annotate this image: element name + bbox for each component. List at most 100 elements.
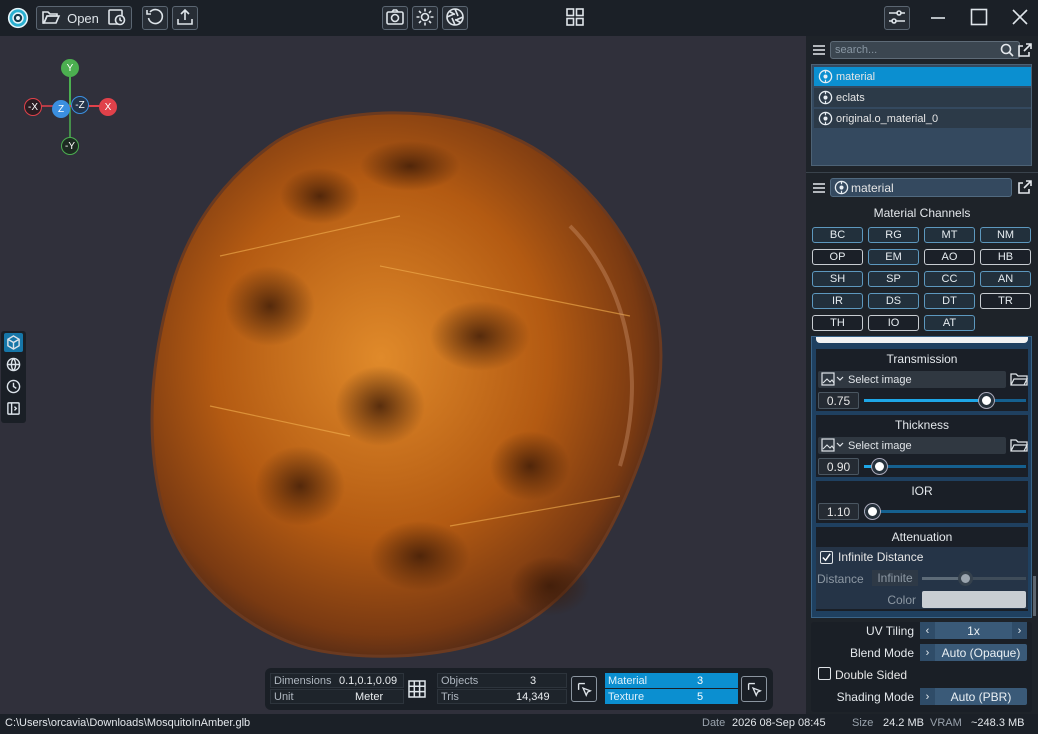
app-logo-icon[interactable] <box>5 6 31 30</box>
minimize-button[interactable] <box>926 6 950 30</box>
globe-icon[interactable] <box>4 355 23 374</box>
slider-knob[interactable] <box>865 504 880 519</box>
dimensions-label: Dimensions <box>274 674 332 687</box>
vram-value: ~248.3 MB <box>971 717 1025 729</box>
distance-slider <box>922 571 1026 586</box>
divider <box>806 172 1038 173</box>
grid-toggle-button[interactable] <box>405 674 429 704</box>
camera-icon <box>385 7 405 30</box>
popout-icon[interactable] <box>1018 180 1032 197</box>
light-icon <box>415 7 435 30</box>
channel-mt-button[interactable]: MT <box>924 227 975 243</box>
material-menu-icon[interactable] <box>812 181 826 198</box>
folder-icon[interactable] <box>1010 437 1028 453</box>
folder-icon[interactable] <box>1010 371 1028 387</box>
lighting-button[interactable] <box>412 6 438 30</box>
objects-row: Objects 3 <box>437 673 567 688</box>
scene-stats: Dimensions 0.1,0.1,0.09 Unit Meter Objec… <box>265 668 773 710</box>
channel-em-button[interactable]: EM <box>868 249 919 265</box>
channel-io-button[interactable]: IO <box>868 315 919 331</box>
node-icon <box>818 111 833 126</box>
cube-view-icon[interactable] <box>4 333 23 352</box>
channel-at-button[interactable]: AT <box>924 315 975 331</box>
channel-hb-button[interactable]: HB <box>980 249 1031 265</box>
popout-icon[interactable] <box>1018 43 1032 60</box>
axis-y-positive[interactable]: Y <box>61 59 79 77</box>
infinite-distance-label: Infinite Distance <box>838 550 924 564</box>
axis-z-positive[interactable]: Z <box>52 100 70 118</box>
scene-item-eclats[interactable]: eclats <box>814 88 1031 107</box>
texture-label: Texture <box>608 690 645 703</box>
ior-section: IOR 1.10 <box>816 481 1028 523</box>
axis-x-negative[interactable]: -X <box>24 98 42 116</box>
channel-cc-button[interactable]: CC <box>924 271 975 287</box>
color-label: Color <box>887 593 916 607</box>
uv-tiling-stepper[interactable]: ‹ 1x › <box>920 622 1027 639</box>
slider-knob[interactable] <box>979 393 994 408</box>
chevron-right-icon[interactable]: › <box>1012 622 1027 639</box>
blend-mode-select[interactable]: › Auto (Opaque) <box>920 644 1027 661</box>
scene-search-input[interactable]: search... <box>830 41 1020 59</box>
close-window-button[interactable] <box>1008 6 1032 30</box>
undo-button[interactable] <box>142 6 168 30</box>
channel-an-button[interactable]: AN <box>980 271 1031 287</box>
export-button[interactable] <box>172 6 198 30</box>
panel-icon[interactable] <box>4 399 23 418</box>
dimensions-row: Dimensions 0.1,0.1,0.09 <box>270 673 404 688</box>
attenuation-section: Attenuation Infinite Distance Distance I… <box>816 527 1028 611</box>
camera-settings-button[interactable] <box>442 6 468 30</box>
3d-viewport[interactable]: Y -Y X -X -Z Z <box>0 36 806 714</box>
double-sided-checkbox[interactable] <box>818 667 831 680</box>
transmission-image-select[interactable]: Select image <box>818 371 1006 388</box>
transmission-value[interactable]: 0.75 <box>818 392 859 409</box>
layout-button[interactable] <box>562 6 588 30</box>
select-materials-button[interactable] <box>741 676 767 702</box>
channel-sh-button[interactable]: SH <box>812 271 863 287</box>
scene-item-label: original.o_material_0 <box>836 112 939 125</box>
shading-mode-select[interactable]: › Auto (PBR) <box>920 688 1027 705</box>
chevron-left-icon[interactable]: ‹ <box>920 622 935 639</box>
ior-value[interactable]: 1.10 <box>818 503 859 520</box>
scene-item-material[interactable]: material <box>814 67 1031 86</box>
channel-sp-button[interactable]: SP <box>868 271 919 287</box>
channel-nm-button[interactable]: NM <box>980 227 1031 243</box>
transmission-slider[interactable] <box>864 393 1026 408</box>
screenshot-button[interactable] <box>382 6 408 30</box>
close-icon <box>1010 7 1030 30</box>
chevron-right-icon: › <box>920 688 935 705</box>
properties-scrollbar[interactable] <box>1033 576 1036 616</box>
axis-z-negative[interactable]: -Z <box>71 96 89 114</box>
scene-item-original[interactable]: original.o_material_0 <box>814 109 1031 128</box>
channel-rg-button[interactable]: RG <box>868 227 919 243</box>
channel-ao-button[interactable]: AO <box>924 249 975 265</box>
material-selector[interactable]: material <box>830 178 1012 197</box>
history-icon[interactable] <box>107 7 127 30</box>
channel-ir-button[interactable]: IR <box>812 293 863 309</box>
infinite-distance-checkbox[interactable] <box>820 551 833 564</box>
thickness-slider[interactable] <box>864 459 1026 474</box>
select-objects-button[interactable] <box>571 676 597 702</box>
axis-y-negative[interactable]: -Y <box>61 137 79 155</box>
slider-knob[interactable] <box>872 459 887 474</box>
clock-icon[interactable] <box>4 377 23 396</box>
size-value: 24.2 MB <box>883 717 924 729</box>
attenuation-color-swatch[interactable] <box>922 591 1026 608</box>
channel-dt-button[interactable]: DT <box>924 293 975 309</box>
channel-ds-button[interactable]: DS <box>868 293 919 309</box>
scene-menu-icon[interactable] <box>812 43 826 60</box>
thickness-image-select[interactable]: Select image <box>818 437 1006 454</box>
material-row: Material 3 <box>605 673 738 688</box>
channel-bc-button[interactable]: BC <box>812 227 863 243</box>
search-icon[interactable] <box>1000 43 1014 60</box>
channel-tr-button[interactable]: TR <box>980 293 1031 309</box>
ior-slider[interactable] <box>864 504 1026 519</box>
axis-x-positive[interactable]: X <box>99 98 117 116</box>
channel-th-button[interactable]: TH <box>812 315 863 331</box>
unit-label: Unit <box>274 690 294 703</box>
settings-button[interactable] <box>884 6 910 30</box>
thickness-value[interactable]: 0.90 <box>818 458 859 475</box>
channel-op-button[interactable]: OP <box>812 249 863 265</box>
open-file-button[interactable]: Open <box>36 6 132 30</box>
chevron-right-icon: › <box>920 644 935 661</box>
maximize-button[interactable] <box>966 6 992 30</box>
